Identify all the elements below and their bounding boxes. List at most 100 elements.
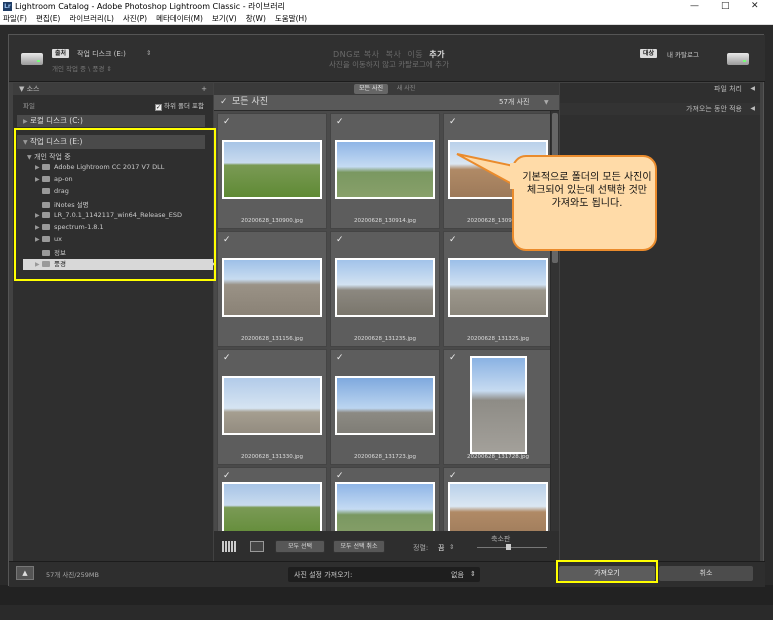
- sort-dropdown-arrow[interactable]: ⇕: [449, 543, 454, 551]
- photo-thumbnail[interactable]: [335, 376, 435, 435]
- import-button-highlight-box: [556, 560, 658, 583]
- photo-thumbnail-cell[interactable]: ✓ 20200628_131723.jpg: [330, 349, 440, 465]
- op-copy[interactable]: 복사: [386, 50, 402, 59]
- include-photo-checkbox-icon[interactable]: ✓: [449, 471, 457, 481]
- photo-thumbnail-cell[interactable]: ✓ 20200628_131330.jpg: [217, 349, 327, 465]
- photo-thumbnail[interactable]: [335, 140, 435, 199]
- add-source-button[interactable]: +: [201, 83, 207, 95]
- file-handling-panel-header[interactable]: 파일 처리 ◀: [560, 83, 760, 95]
- include-photo-checkbox-icon[interactable]: ✓: [223, 471, 231, 481]
- menu-photo[interactable]: 사진(P): [123, 13, 147, 24]
- thumbnail-size-slider[interactable]: [477, 547, 547, 548]
- photo-image: [450, 260, 546, 315]
- loupe-view-icon[interactable]: [250, 541, 264, 552]
- photo-thumbnail-cell[interactable]: ✓: [330, 467, 440, 531]
- include-photo-checkbox-icon[interactable]: ✓: [336, 117, 344, 127]
- menu-metadata[interactable]: 메타데이터(M): [156, 13, 203, 24]
- menu-library[interactable]: 라이브러리(L): [69, 13, 114, 24]
- photo-thumbnail-cell[interactable]: ✓: [217, 467, 327, 531]
- menu-window[interactable]: 창(W): [246, 13, 266, 24]
- photo-image: [224, 142, 320, 197]
- source-name[interactable]: 작업 디스크 (E:): [77, 49, 126, 59]
- include-photo-checkbox-icon[interactable]: ✓: [223, 235, 231, 245]
- preset-dropdown-arrow[interactable]: ⇕: [470, 570, 476, 578]
- photo-image: [450, 484, 546, 531]
- collapse-dialog-icon[interactable]: ▲: [16, 566, 34, 580]
- include-photo-checkbox-icon[interactable]: ✓: [336, 235, 344, 245]
- menu-view[interactable]: 보기(V): [212, 13, 237, 24]
- callout-pointer-joint: [510, 163, 518, 189]
- close-window-button[interactable]: ✕: [751, 0, 759, 13]
- grid-view-tabs: 모든 사진 새 사진: [214, 83, 559, 95]
- checkmark-icon: ✓: [155, 104, 162, 111]
- photo-thumbnail-cell[interactable]: ✓ 20200628_131728.jpg: [443, 349, 550, 465]
- source-panel-title: 소스: [26, 85, 40, 93]
- source-path[interactable]: 개인 작업 중 \ 풍경 ⇕: [52, 63, 112, 73]
- photo-thumbnail[interactable]: [335, 258, 435, 317]
- operation-description: 사진을 이동하지 않고 카탈로그에 추가: [329, 60, 449, 69]
- photo-filename: 20200628_130900.jpg: [241, 218, 303, 224]
- photo-image: [224, 378, 320, 433]
- deselect-all-button[interactable]: 모두 선택 취소: [333, 540, 385, 553]
- lightroom-app-icon: Lr: [3, 2, 12, 11]
- source-panel-header[interactable]: ▼ 소스 +: [13, 83, 213, 95]
- cancel-button[interactable]: 취소: [659, 566, 753, 581]
- source-selector-arrow[interactable]: ⇕: [146, 49, 151, 57]
- minimize-button[interactable]: —: [690, 0, 699, 13]
- photo-thumbnail-cell[interactable]: ✓ 20200628_130914.jpg: [330, 113, 440, 229]
- photo-filename: 20200628_131156.jpg: [241, 336, 303, 342]
- menu-file[interactable]: 파일(F): [3, 13, 27, 24]
- grid-header-dropdown-icon[interactable]: ▼: [544, 95, 549, 110]
- tab-new-photos[interactable]: 새 사진: [391, 84, 421, 94]
- op-move[interactable]: 이동: [407, 50, 423, 59]
- menu-help[interactable]: 도움말(H): [275, 13, 307, 24]
- import-preset-dropdown[interactable]: 없음: [451, 570, 464, 580]
- photo-thumbnail[interactable]: [335, 482, 435, 531]
- drive-local-disk[interactable]: ▶ 로컬 디스크 (C:): [17, 115, 205, 127]
- target-badge: 대상: [640, 49, 658, 58]
- dimmed-toolbar-strip: [0, 585, 773, 605]
- thumbnail-size-label: 축소판: [491, 535, 511, 543]
- maximize-button[interactable]: □: [721, 0, 730, 13]
- photo-thumbnail[interactable]: [222, 140, 322, 199]
- photo-thumbnail[interactable]: [448, 258, 548, 317]
- select-all-checkbox-icon[interactable]: ✓: [220, 95, 228, 110]
- photo-thumbnail-cell[interactable]: ✓ 20200628_131235.jpg: [330, 231, 440, 347]
- op-add[interactable]: 추가: [429, 50, 445, 59]
- include-photo-checkbox-icon[interactable]: ✓: [336, 353, 344, 363]
- include-photo-checkbox-icon[interactable]: ✓: [449, 235, 457, 245]
- photo-thumbnail-cell[interactable]: ✓ 20200628_131156.jpg: [217, 231, 327, 347]
- callout-text: 기본적으로 폴더의 모든 사진이 체크되어 있는데 선택한 것만 가져와도 됩니…: [522, 172, 652, 209]
- include-photo-checkbox-icon[interactable]: ✓: [449, 117, 457, 127]
- include-subfolders-checkbox[interactable]: ✓ 하위 폴더 포함: [155, 100, 204, 111]
- photo-thumbnail[interactable]: [222, 376, 322, 435]
- photo-thumbnail-cell[interactable]: ✓: [443, 467, 550, 531]
- tab-all-photos[interactable]: 모든 사진: [354, 84, 388, 94]
- sort-label: 정렬:: [413, 544, 429, 552]
- menu-bar: 파일(F) 편집(E) 라이브러리(L) 사진(P) 메타데이터(M) 보기(V…: [0, 13, 773, 25]
- drive-local-disk-label: 로컬 디스크 (C:): [30, 116, 83, 125]
- photo-thumbnail[interactable]: [222, 258, 322, 317]
- sort-dropdown[interactable]: 끔: [438, 543, 444, 553]
- include-subfolders-label: 하위 폴더 포함: [164, 102, 205, 110]
- photo-count: 57개 사진: [499, 98, 530, 106]
- thumbnail-slider-handle[interactable]: [506, 544, 511, 550]
- expand-icon: ▶: [23, 118, 28, 125]
- photo-thumbnail[interactable]: [222, 482, 322, 531]
- grid-view-icon[interactable]: [222, 541, 236, 552]
- import-preset-label: 사진 설정 가져오기:: [294, 571, 353, 579]
- include-photo-checkbox-icon[interactable]: ✓: [336, 471, 344, 481]
- apply-during-import-panel-header[interactable]: 가져오는 동안 적용 ◀: [560, 103, 760, 115]
- apply-during-import-title: 가져오는 동안 적용: [686, 105, 742, 113]
- photo-thumbnail-cell[interactable]: ✓ 20200628_130900.jpg: [217, 113, 327, 229]
- op-copy-as-dng[interactable]: DNG로 복사: [333, 50, 379, 59]
- select-all-button[interactable]: 모두 선택: [275, 540, 325, 553]
- menu-edit[interactable]: 편집(E): [36, 13, 60, 24]
- include-photo-checkbox-icon[interactable]: ✓: [449, 353, 457, 363]
- include-photo-checkbox-icon[interactable]: ✓: [223, 117, 231, 127]
- photo-thumbnail[interactable]: [470, 356, 527, 454]
- photo-thumbnail[interactable]: [448, 482, 548, 531]
- include-photo-checkbox-icon[interactable]: ✓: [223, 353, 231, 363]
- photo-image: [337, 378, 433, 433]
- expand-panel-icon: ◀: [750, 85, 755, 92]
